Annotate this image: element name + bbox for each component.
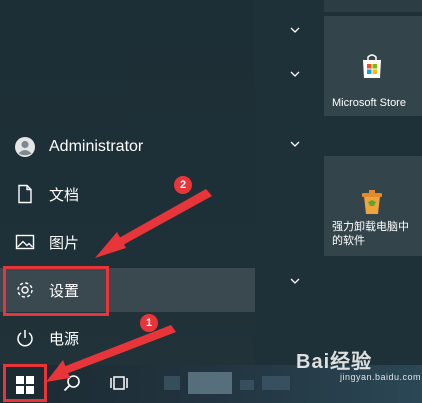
step-badge-1: 1	[140, 314, 158, 332]
annotation-arrows	[46, 189, 212, 382]
arrow-to-settings	[95, 189, 212, 258]
step-badge-2: 2	[174, 176, 192, 194]
arrow-to-start	[46, 325, 176, 382]
